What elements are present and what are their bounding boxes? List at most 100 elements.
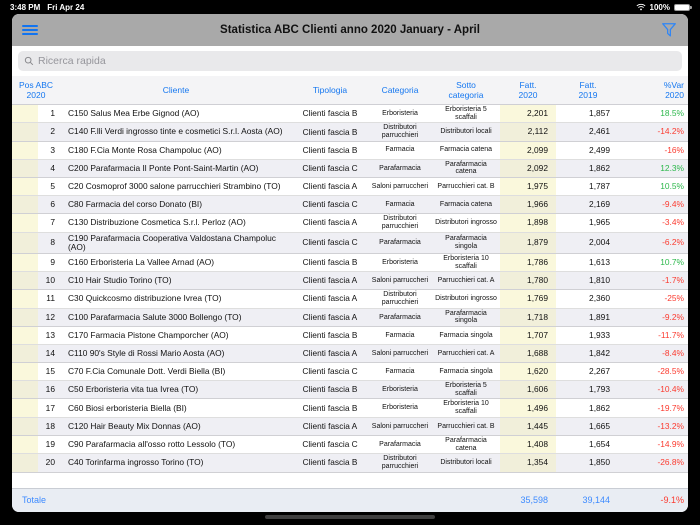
var-2020-cell: -26.8% [657,457,684,468]
categoria-cell: Erboristeria [382,258,418,266]
pos-cell: 14 [45,347,55,358]
table-row[interactable]: 13 C170 Farmacia Pistone Champorcher (AO… [12,327,688,346]
table-row[interactable]: 7 C130 Distribuzione Cosmetica S.r.l. Pe… [12,214,688,233]
categoria-cell: Saloni parruccheri [371,349,429,357]
table-row[interactable]: 18 C120 Hair Beauty Mix Donnas (AO) Clie… [12,417,688,436]
sotto-categoria-cell: Erboristeria 5 scaffali [445,106,487,121]
table-row[interactable]: 2 C140 F.lli Verdi ingrosso tinte e cosm… [12,123,688,142]
tipologia-cell: Clienti fascia A [302,217,358,228]
sotto-categoria-cell: Parafarmacia singola [445,235,487,250]
tipologia-cell: Clienti fascia B [302,457,358,468]
pos-highlight-cell [12,345,38,363]
sotto-categoria-cell: Parafarmacia singola [445,309,487,325]
fatt-2020-cell: 1,966 [500,196,556,214]
table-row[interactable]: 20 C40 Torinfarma ingrosso Torino (TO) C… [12,454,688,473]
totale-fatt-2020: 35,598 [520,494,548,505]
totale-var-2020: -9.1% [660,494,684,505]
table-row[interactable]: 10 C10 Hair Studio Torino (TO) Clienti f… [12,272,688,291]
pos-highlight-cell [12,454,38,472]
table-row[interactable]: 6 C80 Farmacia del corso Donato (BI) Cli… [12,196,688,215]
fatt-2019-cell: 1,862 [589,162,610,173]
table-row[interactable]: 12 C100 Parafarmacia Salute 3000 Bolleng… [12,308,688,328]
cliente-cell: C160 Erboristeria La Vallee Arnad (AO) [68,257,215,268]
table-row[interactable]: 11 C30 Quickcosmo distribuzione Ivrea (T… [12,290,688,309]
pos-highlight-cell [12,232,38,253]
var-2020-cell: 10.5% [660,181,684,191]
home-indicator[interactable] [265,515,435,519]
cliente-cell: C190 Parafarmacia Cooperativa Valdostana… [68,232,276,252]
table-row[interactable]: 4 C200 Parafarmacia Il Ponte Pont-Saint-… [12,159,688,179]
cliente-cell: C170 Farmacia Pistone Champorcher (AO) [68,329,229,340]
battery-icon [674,3,692,11]
fatt-2020-cell: 1,786 [500,253,556,272]
table-row[interactable]: 15 C70 F.Cia Comunale Dott. Verdi Biella… [12,363,688,382]
tipologia-cell: Clienti fascia C [302,162,358,173]
sotto-categoria-cell: Parrucchieri cat. A [437,277,495,284]
cliente-cell: C110 90's Style di Rossi Mario Aosta (AO… [68,347,225,358]
sotto-categoria-cell: Erboristeria 10 scaffali [443,254,489,270]
pos-highlight-cell [12,178,38,196]
column-header-pos[interactable]: Pos ABC 2020 [12,79,60,101]
var-2020-cell: 18.5% [660,108,684,119]
column-header-categoria[interactable]: Categoria [368,79,432,101]
cliente-cell: C80 Farmacia del corso Donato (BI) [68,199,203,209]
tipologia-cell: Clienti fascia A [302,420,358,431]
pos-cell: 9 [50,257,55,268]
pos-highlight-cell [12,381,38,399]
pos-cell: 8 [50,237,55,248]
battery-percent: 100% [649,2,670,12]
table-row[interactable]: 14 C110 90's Style di Rossi Mario Aosta … [12,345,688,364]
totale-spacer-1 [292,489,368,512]
column-header-fatt-2019[interactable]: Fatt. 2019 [556,79,620,101]
fatt-2019-cell: 1,793 [589,384,610,395]
table-row[interactable]: 1 C150 Salus Mea Erbe Gignod (AO) Client… [12,105,688,124]
pos-cell: 2 [50,126,55,137]
tipologia-cell: Clienti fascia C [302,438,358,449]
search-icon [24,56,34,66]
fatt-2020-cell: 2,092 [500,159,556,178]
column-header-var-2020[interactable]: %Var 2020 [620,79,688,101]
cliente-cell: C140 F.lli Verdi ingrosso tinte e cosmet… [68,126,283,137]
table-row[interactable]: 19 C90 Parafarmacia all'osso rotto Lesso… [12,435,688,455]
fatt-2019-cell: 2,360 [589,293,610,304]
column-header-tipologia[interactable]: Tipologia [292,79,368,101]
pos-highlight-cell [12,196,38,214]
pos-highlight-cell [12,435,38,454]
pos-cell: 18 [45,420,55,431]
filter-funnel-icon[interactable] [660,21,678,39]
table-row[interactable]: 8 C190 Parafarmacia Cooperativa Valdosta… [12,232,688,254]
fatt-2020-cell: 1,780 [500,272,556,290]
cliente-cell: C50 Erboristeria vita tua Ivrea (TO) [68,384,199,395]
column-header-cliente[interactable]: Cliente [60,79,292,101]
categoria-cell: Parafarmacia [379,313,421,321]
sotto-categoria-cell: Farmacia catena [439,200,493,208]
sotto-categoria-cell: Erboristeria 10 scaffali [443,400,489,416]
table-row[interactable]: 9 C160 Erboristeria La Vallee Arnad (AO)… [12,253,688,273]
cliente-cell: C30 Quickcosmo distribuzione Ivrea (TO) [68,293,222,304]
table-row[interactable]: 16 C50 Erboristeria vita tua Ivrea (TO) … [12,381,688,400]
pos-highlight-cell [12,214,38,232]
search-field[interactable] [18,51,682,71]
column-header-fatt-2020[interactable]: Fatt. 2020 [500,79,556,101]
sotto-categoria-cell: Parrucchieri cat. B [437,182,495,190]
pos-highlight-cell [12,272,38,290]
cliente-cell: C180 F.Cia Monte Rosa Champoluc (AO) [68,144,222,155]
table-row[interactable]: 17 C60 Biosi erboristeria Biella (BI) Cl… [12,399,688,418]
fatt-2019-cell: 2,461 [589,126,610,137]
pos-cell: 1 [50,108,55,119]
categoria-cell: Distributori parrucchieri [381,291,419,307]
search-input[interactable] [38,55,676,67]
sotto-categoria-cell: Parrucchieri cat. B [437,422,495,430]
fatt-2019-cell: 2,169 [589,199,610,209]
var-2020-cell: 12.3% [660,162,684,173]
pos-cell: 12 [45,311,55,322]
categoria-cell: Farmacia [385,367,415,375]
table-row[interactable]: 3 C180 F.Cia Monte Rosa Champoluc (AO) C… [12,141,688,160]
sotto-categoria-cell: Distributori ingrosso [435,295,497,303]
var-2020-cell: -6.2% [662,237,684,248]
column-header-sotto-categoria[interactable]: Sotto categoria [432,79,500,101]
var-2020-cell: -10.4% [657,384,684,395]
table-row[interactable]: 5 C20 Cosmoprof 3000 salone parrucchieri… [12,178,688,197]
pos-cell: 6 [50,199,55,209]
var-2020-cell: -14.9% [657,438,684,449]
